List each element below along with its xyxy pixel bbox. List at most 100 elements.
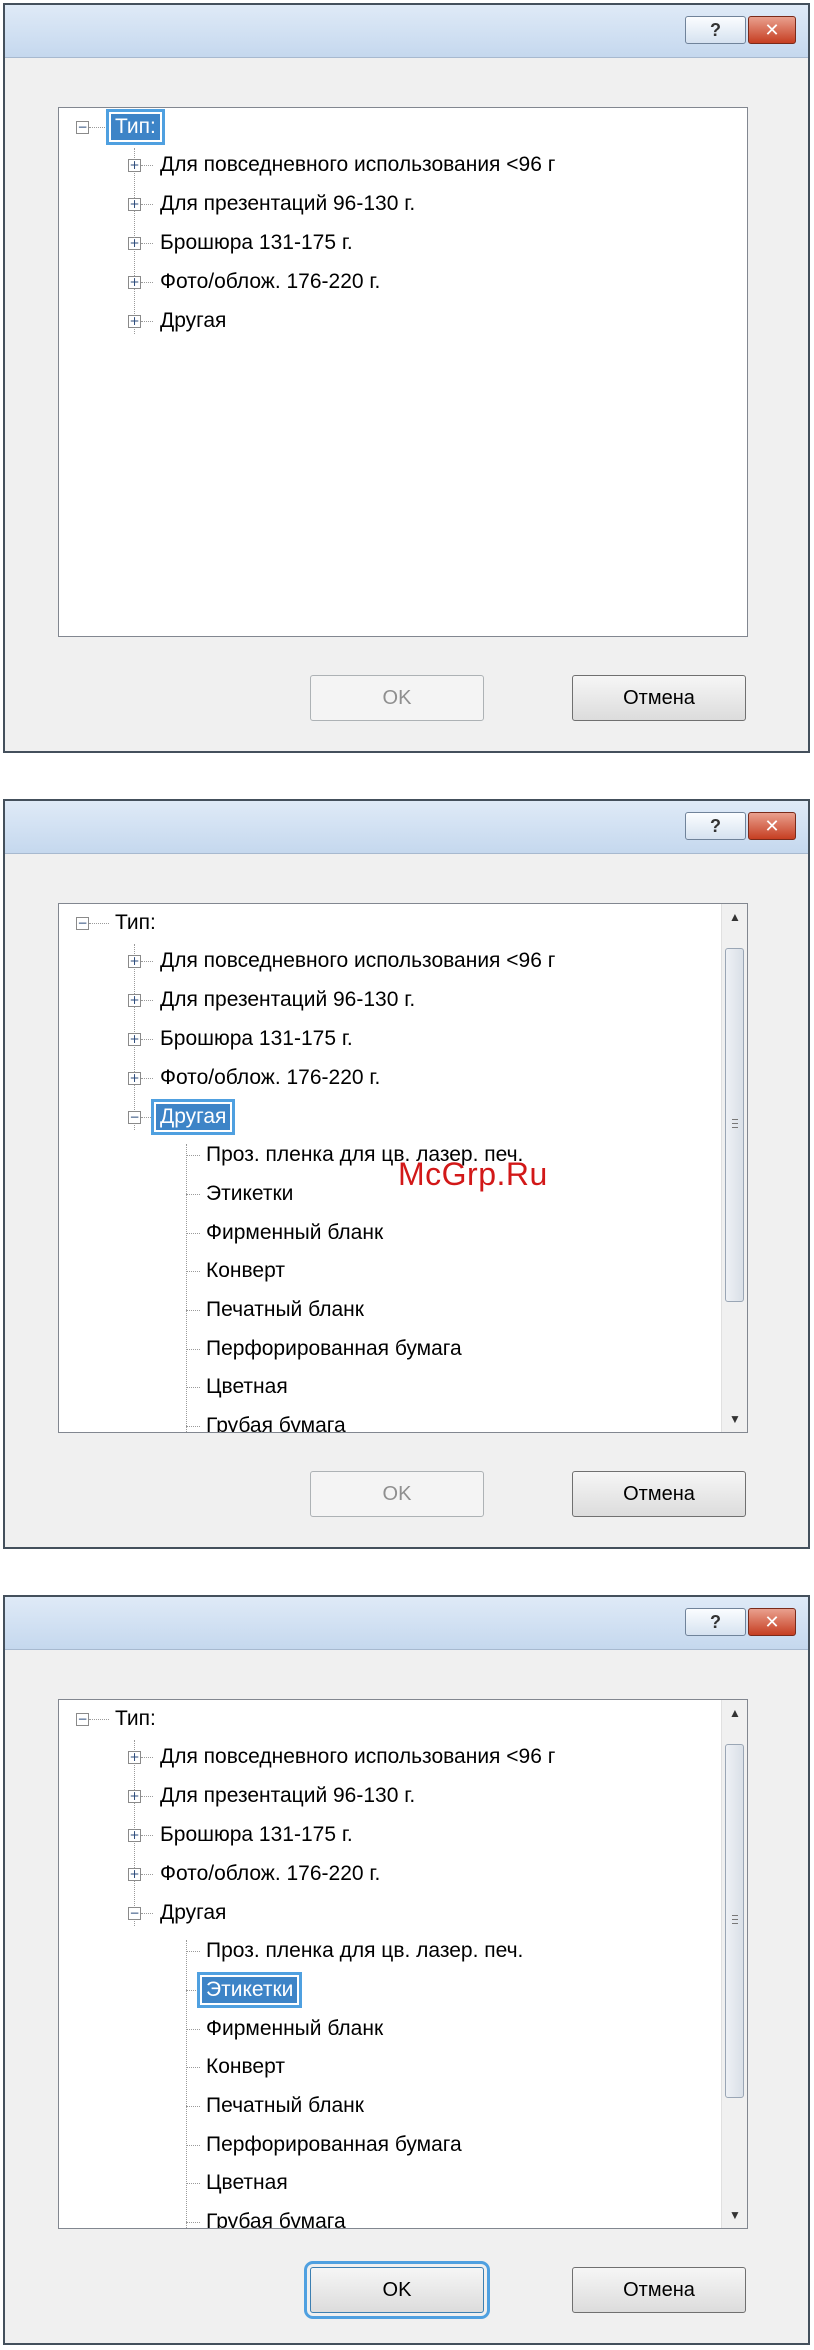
cancel-button[interactable]: Отмена	[572, 1471, 746, 1517]
expand-icon[interactable]: +	[128, 1033, 141, 1046]
tree-item-label[interactable]: Для повседневного использования <96 г	[156, 152, 559, 178]
tree-item-label[interactable]: Фирменный бланк	[202, 1220, 387, 1246]
tree-line	[141, 961, 153, 962]
tree-line	[141, 204, 153, 205]
tree-item-label[interactable]: Конверт	[202, 2054, 289, 2080]
vertical-scrollbar[interactable]: ▲ ▼	[721, 1700, 747, 2228]
grip-line	[732, 1915, 738, 1916]
expand-icon[interactable]: +	[128, 276, 141, 289]
tree-item-type-label[interactable]: Тип:	[111, 1706, 160, 1732]
tree-line	[141, 1078, 153, 1079]
vertical-scrollbar[interactable]: ▲ ▼	[721, 904, 747, 1432]
tree-item-label[interactable]: Для презентаций 96-130 г.	[156, 1783, 419, 1809]
ok-button[interactable]: OK	[310, 675, 484, 721]
expand-icon[interactable]: +	[128, 955, 141, 968]
expand-icon[interactable]: +	[128, 994, 141, 1007]
expand-icon[interactable]: +	[128, 159, 141, 172]
tree-line	[141, 243, 153, 244]
paper-type-tree[interactable]: − Тип: + Для повседневного использования…	[58, 107, 748, 637]
tree-line	[141, 165, 153, 166]
tree-line	[186, 2183, 200, 2184]
scroll-down-icon[interactable]: ▼	[722, 1406, 747, 1432]
tree-item-label[interactable]: Для повседневного использования <96 г	[156, 1744, 559, 1770]
tree-line	[141, 1117, 153, 1118]
tree-item-label[interactable]: Брошюра 131-175 г.	[156, 1026, 357, 1052]
paper-type-dialog-3: ? ✕ − Тип: + Для повседневного использов…	[3, 1595, 810, 2345]
tree-item-type-label[interactable]: Тип:	[111, 910, 160, 936]
tree-line	[141, 1757, 153, 1758]
tree-item-label[interactable]: Печатный бланк	[202, 2093, 368, 2119]
expand-icon[interactable]: +	[128, 1072, 141, 1085]
tree-item-label[interactable]: Перфорированная бумага	[202, 2132, 466, 2158]
expand-icon[interactable]: +	[128, 1829, 141, 1842]
close-button[interactable]: ✕	[748, 812, 796, 840]
scroll-up-icon[interactable]: ▲	[722, 904, 747, 930]
cancel-button[interactable]: Отмена	[572, 2267, 746, 2313]
tree-item-label[interactable]: Другая	[156, 1900, 230, 1926]
tree-line	[89, 923, 109, 924]
expand-icon[interactable]: +	[128, 237, 141, 250]
tree-item-label[interactable]: Для повседневного использования <96 г	[156, 948, 559, 974]
tree-line	[186, 1426, 200, 1427]
tree-item-label[interactable]: Брошюра 131-175 г.	[156, 1822, 357, 1848]
cancel-button[interactable]: Отмена	[572, 675, 746, 721]
tree-line	[186, 1349, 200, 1350]
ok-button[interactable]: OK	[304, 2261, 490, 2319]
title-bar: ? ✕	[5, 1597, 808, 1650]
tree-item-label[interactable]: Этикетки	[202, 1181, 297, 1207]
collapse-icon[interactable]: −	[128, 1111, 141, 1124]
paper-type-tree[interactable]: − Тип: + Для повседневного использования…	[58, 1699, 748, 2229]
collapse-icon[interactable]: −	[76, 917, 89, 930]
tree-item-label[interactable]: Фирменный бланк	[202, 2016, 387, 2042]
tree-line	[141, 1796, 153, 1797]
tree-item-label[interactable]: Фото/облож. 176-220 г.	[156, 1065, 384, 1091]
tree-item-label[interactable]: Этикетки	[196, 1972, 303, 2008]
scrollbar-thumb[interactable]	[725, 1744, 744, 2098]
tree-item-label[interactable]: Проз. пленка для цв. лазер. печ.	[202, 1938, 527, 1964]
tree-line	[186, 1271, 200, 1272]
title-bar: ? ✕	[5, 801, 808, 854]
paper-type-dialog-1: ? ✕ − Тип: + Для повседневного использов…	[3, 3, 810, 753]
scroll-up-icon[interactable]: ▲	[722, 1700, 747, 1726]
tree-item-label[interactable]: Другая	[150, 1099, 236, 1135]
collapse-icon[interactable]: −	[76, 121, 89, 134]
tree-item-label[interactable]: Грубая бумага	[202, 2209, 350, 2228]
tree-item-label[interactable]: Печатный бланк	[202, 1297, 368, 1323]
close-button[interactable]: ✕	[748, 1608, 796, 1636]
tree-line	[186, 1233, 200, 1234]
close-button[interactable]: ✕	[748, 16, 796, 44]
tree-line	[141, 1874, 153, 1875]
tree-line	[186, 1310, 200, 1311]
tree-item-label[interactable]: Другая	[156, 308, 230, 334]
tree-item-label[interactable]: Грубая бумага	[202, 1413, 350, 1432]
tree-item-label[interactable]: Брошюра 131-175 г.	[156, 230, 357, 256]
tree-item-label[interactable]: Конверт	[202, 1258, 289, 1284]
tree-item-label[interactable]: Фото/облож. 176-220 г.	[156, 269, 384, 295]
scrollbar-thumb[interactable]	[725, 948, 744, 1302]
grip-line	[732, 1119, 738, 1120]
tree-line	[89, 1719, 109, 1720]
help-button[interactable]: ?	[685, 1608, 746, 1636]
tree-line	[186, 1194, 200, 1195]
tree-line	[186, 1155, 200, 1156]
tree-item-label[interactable]: Перфорированная бумага	[202, 1336, 466, 1362]
expand-icon[interactable]: +	[128, 198, 141, 211]
help-button[interactable]: ?	[685, 16, 746, 44]
scroll-down-icon[interactable]: ▼	[722, 2202, 747, 2228]
tree-item-label[interactable]: Для презентаций 96-130 г.	[156, 987, 419, 1013]
expand-icon[interactable]: +	[128, 1868, 141, 1881]
tree-item-type-label[interactable]: Тип:	[106, 109, 165, 145]
tree-item-label[interactable]: Фото/облож. 176-220 г.	[156, 1861, 384, 1887]
expand-icon[interactable]: +	[128, 315, 141, 328]
tree-item-label[interactable]: Для презентаций 96-130 г.	[156, 191, 419, 217]
expand-icon[interactable]: +	[128, 1790, 141, 1803]
expand-icon[interactable]: +	[128, 1751, 141, 1764]
help-button[interactable]: ?	[685, 812, 746, 840]
tree-line	[186, 1144, 187, 1432]
collapse-icon[interactable]: −	[128, 1907, 141, 1920]
grip-line	[732, 1123, 738, 1124]
collapse-icon[interactable]: −	[76, 1713, 89, 1726]
tree-item-label[interactable]: Цветная	[202, 1374, 292, 1400]
tree-item-label[interactable]: Цветная	[202, 2170, 292, 2196]
ok-button[interactable]: OK	[310, 1471, 484, 1517]
